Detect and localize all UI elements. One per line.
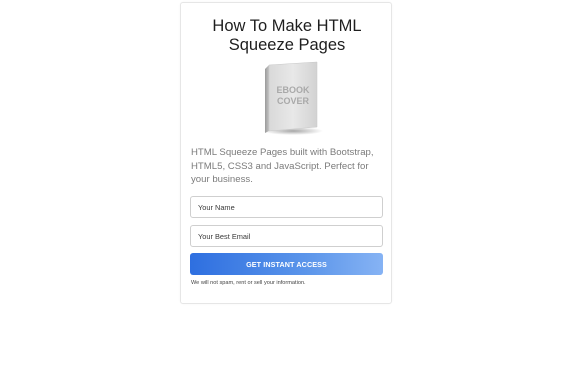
privacy-disclaimer: We will not spam, rent or sell your info… <box>191 280 306 286</box>
squeeze-card: How To Make HTML Squeeze Pages EBOOK COV… <box>180 2 392 304</box>
name-input[interactable] <box>190 196 383 218</box>
title-line-1: How To Make HTML <box>212 17 362 35</box>
ebook-label-line-2: COVER <box>277 96 310 106</box>
ebook-label-line-1: EBOOK <box>276 85 310 95</box>
page-title: How To Make HTML Squeeze Pages <box>181 17 393 55</box>
ebook-spine <box>265 65 269 133</box>
title-line-2: Squeeze Pages <box>228 36 346 54</box>
email-input[interactable] <box>190 225 383 247</box>
ebook-cover-image: EBOOK COVER <box>263 61 323 135</box>
page: How To Make HTML Squeeze Pages EBOOK COV… <box>0 0 582 382</box>
get-instant-access-button[interactable]: GET INSTANT ACCESS <box>190 253 383 275</box>
description-text: HTML Squeeze Pages built with Bootstrap,… <box>191 147 374 186</box>
